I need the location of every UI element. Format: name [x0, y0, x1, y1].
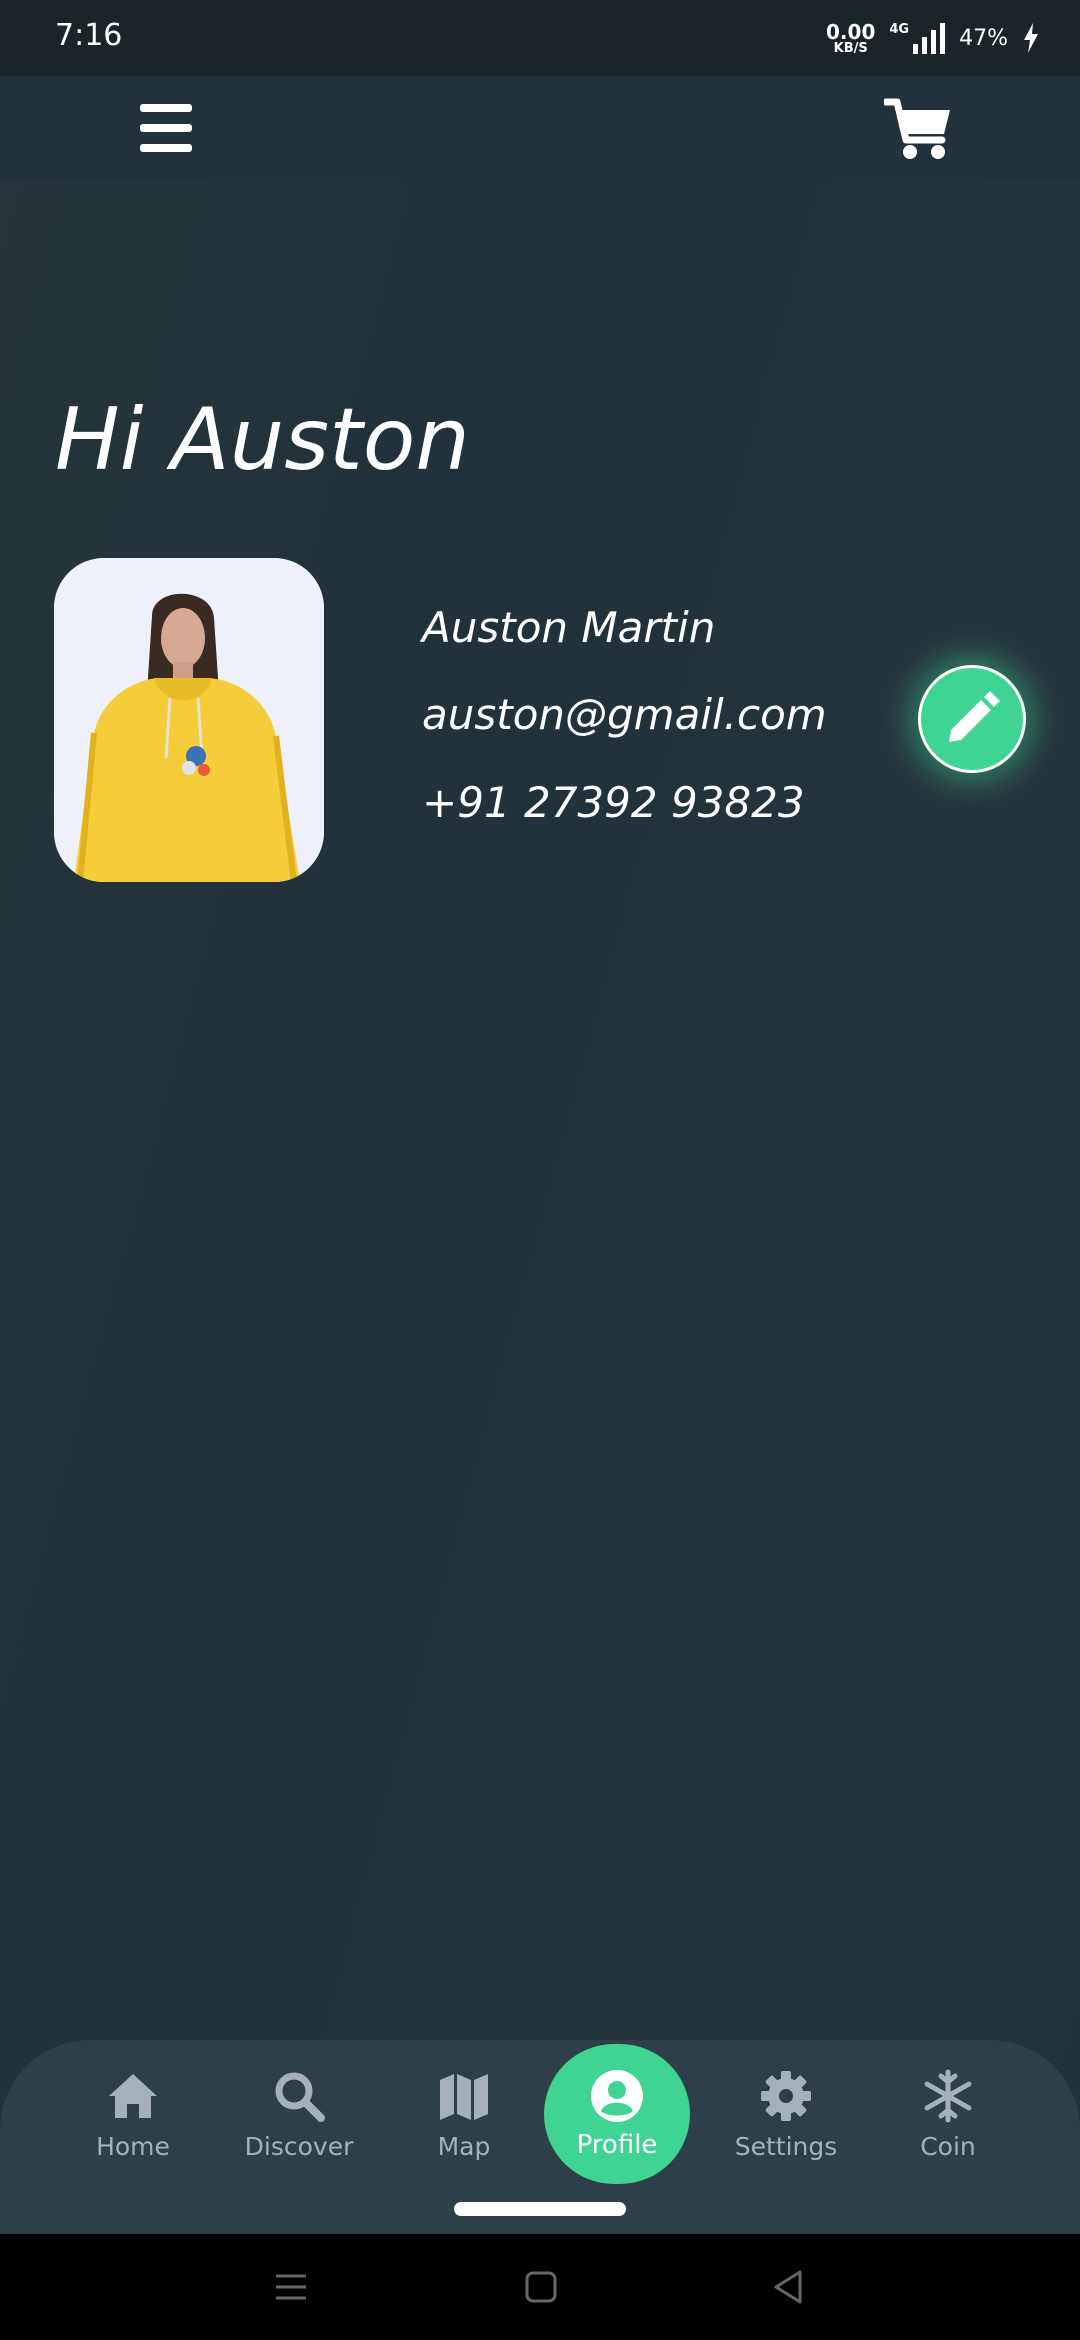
status-time: 7:16: [55, 18, 123, 53]
search-icon: [275, 2072, 325, 2122]
back-triangle-icon[interactable]: [766, 2264, 812, 2310]
nav-coin-label: Coin: [920, 2132, 976, 2161]
nav-settings-label: Settings: [734, 2132, 838, 2161]
status-indicators: 0.00 KB/S 4G 47%: [826, 16, 1040, 60]
shopping-cart-icon[interactable]: [884, 96, 954, 162]
hamburger-menu-icon[interactable]: [140, 104, 192, 152]
net-speed-value: 0.00: [826, 19, 876, 44]
snowflake-icon: [924, 2069, 972, 2123]
map-icon: [440, 2074, 488, 2120]
profile-phone: +91 27392 93823: [422, 778, 805, 827]
edit-profile-button[interactable]: [918, 665, 1026, 773]
profile-name: Auston Martin: [422, 603, 716, 652]
user-circle-icon: [591, 2070, 643, 2122]
bottom-navigation: Home Discover Map Profile Settings Coin: [0, 2040, 1080, 2234]
nav-settings[interactable]: Settings: [711, 2068, 861, 2161]
network-speed: 0.00 KB/S: [826, 22, 875, 55]
status-bar: 7:16 0.00 KB/S 4G 47%: [0, 0, 1080, 76]
profile-screen: 7:16 0.00 KB/S 4G 47% Hi Auston Auston M…: [0, 0, 1080, 2340]
nav-discover[interactable]: Discover: [224, 2068, 374, 2161]
nav-map[interactable]: Map: [389, 2068, 539, 2161]
home-icon: [109, 2074, 157, 2118]
gesture-home-indicator[interactable]: [454, 2202, 626, 2216]
recent-apps-icon[interactable]: [268, 2264, 314, 2310]
nav-profile[interactable]: Profile: [544, 2044, 690, 2184]
gear-icon: [761, 2071, 811, 2121]
pencil-icon: [949, 691, 1000, 742]
greeting-title: Hi Auston: [55, 390, 470, 490]
profile-email: auston@gmail.com: [422, 690, 827, 739]
signal-icon: 4G: [889, 22, 946, 54]
battery-level: 47%: [959, 25, 1008, 51]
profile-photo: [54, 558, 324, 882]
network-type: 4G: [889, 22, 910, 37]
home-square-icon[interactable]: [518, 2264, 564, 2310]
app-header: [0, 76, 1080, 181]
nav-home[interactable]: Home: [58, 2068, 208, 2161]
nav-home-label: Home: [96, 2132, 170, 2161]
nav-profile-label: Profile: [576, 2130, 658, 2160]
net-speed-unit: KB/S: [833, 40, 868, 56]
profile-avatar: [54, 558, 324, 882]
nav-coin[interactable]: Coin: [873, 2068, 1023, 2161]
nav-discover-label: Discover: [244, 2132, 354, 2161]
nav-map-label: Map: [437, 2132, 491, 2161]
charging-bolt-icon: [1024, 23, 1038, 53]
system-navigation-bar: [0, 2234, 1080, 2340]
